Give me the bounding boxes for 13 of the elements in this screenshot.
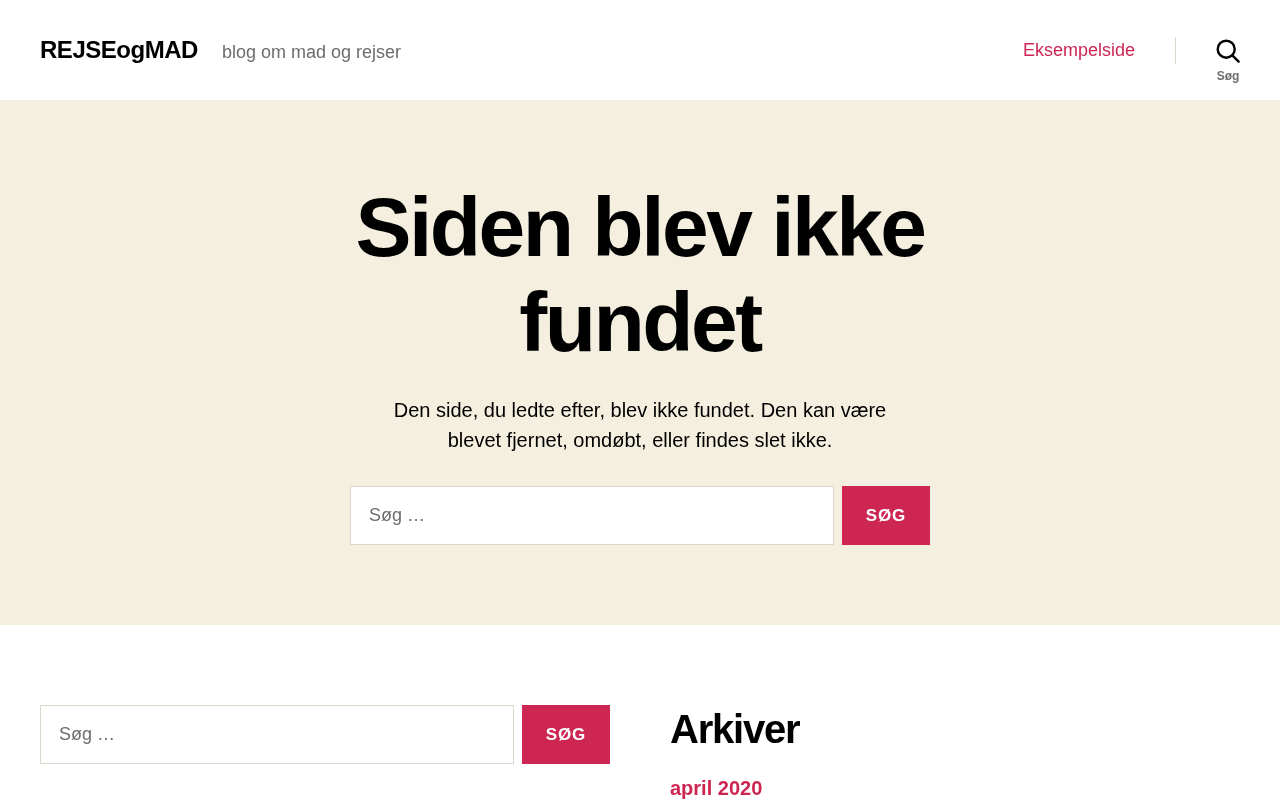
search-field[interactable]: Søg … — [40, 705, 514, 764]
search-toggle[interactable]: Søg — [1216, 39, 1240, 83]
archive-link[interactable]: april 2020 — [670, 777, 763, 799]
archives-heading: Arkiver — [670, 706, 800, 753]
page-title: Siden blev ikke fundet — [354, 180, 926, 370]
search-button[interactable]: SØG — [522, 705, 610, 764]
site-tagline: blog om mad og rejser — [221, 41, 401, 64]
nav-link[interactable]: Eksempelside — [1022, 36, 1135, 64]
search-icon — [1216, 39, 1240, 63]
search-button[interactable]: SØG — [842, 486, 930, 545]
search-field[interactable]: Søg … — [350, 486, 834, 545]
site-title[interactable]: REJSEogMAD — [40, 32, 198, 68]
error-message: Den side, du ledte efter, blev ikke fundet. Den kan være blevet fjernet, omdøbt, eller findes slet ikke. — [392, 398, 888, 453]
